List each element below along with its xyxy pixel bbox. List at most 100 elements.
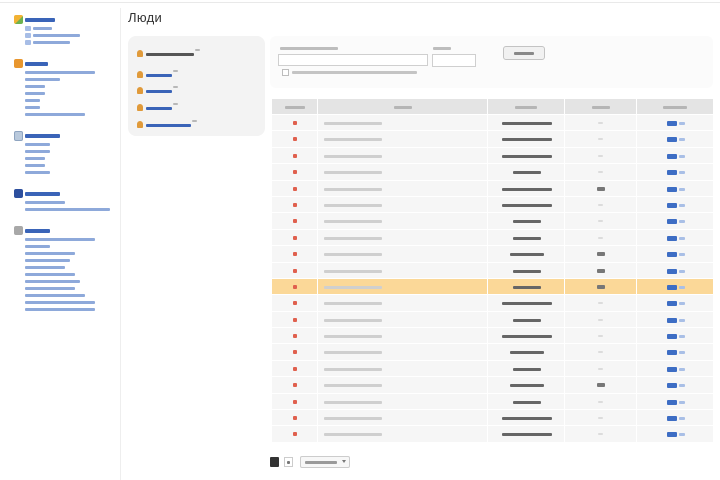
table-row[interactable] <box>272 426 713 443</box>
column-header[interactable] <box>488 99 565 115</box>
table-row[interactable] <box>272 147 713 165</box>
edit-icon[interactable] <box>667 268 677 274</box>
edit-icon[interactable] <box>667 202 677 208</box>
group-filter-item[interactable] <box>128 119 265 131</box>
delete-icon[interactable] <box>679 154 685 158</box>
sidebar-item[interactable] <box>8 162 118 169</box>
page-button[interactable] <box>284 457 293 467</box>
sidebar-item[interactable] <box>8 169 118 176</box>
search-option-checkbox[interactable] <box>282 69 289 76</box>
sidebar-item[interactable] <box>8 206 118 213</box>
delete-icon[interactable] <box>679 400 685 404</box>
status-icon[interactable] <box>293 317 297 322</box>
edit-icon[interactable] <box>667 301 677 307</box>
status-icon[interactable] <box>293 219 297 224</box>
delete-icon[interactable] <box>679 203 685 207</box>
delete-icon[interactable] <box>679 187 685 191</box>
table-row[interactable] <box>272 131 713 148</box>
status-icon[interactable] <box>293 383 297 388</box>
sidebar-item[interactable] <box>8 104 118 111</box>
group-filter-item[interactable] <box>128 85 265 97</box>
edit-icon[interactable] <box>667 186 677 192</box>
delete-icon[interactable] <box>679 433 685 437</box>
edit-icon[interactable] <box>667 235 677 241</box>
status-icon[interactable] <box>293 202 297 207</box>
edit-icon[interactable] <box>667 432 677 438</box>
delete-icon[interactable] <box>679 285 685 289</box>
status-icon[interactable] <box>293 399 297 404</box>
edit-icon[interactable] <box>667 153 677 159</box>
status-icon[interactable] <box>293 137 297 142</box>
table-row[interactable] <box>272 393 713 411</box>
table-row[interactable] <box>272 328 713 345</box>
edit-icon[interactable] <box>667 252 677 258</box>
edit-icon[interactable] <box>667 366 677 372</box>
edit-icon[interactable] <box>667 170 677 176</box>
status-icon[interactable] <box>293 235 297 240</box>
status-icon[interactable] <box>293 284 297 289</box>
table-row[interactable] <box>272 262 713 279</box>
per-page-select[interactable] <box>300 456 350 468</box>
sidebar-item[interactable] <box>8 306 118 313</box>
status-icon[interactable] <box>293 121 297 125</box>
status-icon[interactable] <box>293 153 297 158</box>
delete-icon[interactable] <box>679 417 685 421</box>
sidebar-group-header[interactable] <box>8 225 118 236</box>
status-icon[interactable] <box>293 432 297 437</box>
column-header[interactable] <box>565 99 637 115</box>
sidebar-item[interactable] <box>8 111 118 118</box>
status-icon[interactable] <box>293 252 297 257</box>
table-row[interactable] <box>272 360 713 378</box>
second-filter-input[interactable] <box>432 54 476 67</box>
delete-icon[interactable] <box>679 220 685 224</box>
column-header[interactable] <box>637 99 713 115</box>
page-indicator[interactable] <box>270 457 279 467</box>
sidebar-item[interactable] <box>8 264 118 271</box>
edit-icon[interactable] <box>667 219 677 225</box>
sidebar-item[interactable] <box>8 278 118 285</box>
table-row[interactable] <box>272 311 713 329</box>
table-row[interactable] <box>272 229 713 247</box>
sidebar-item[interactable] <box>8 39 118 46</box>
edit-icon[interactable] <box>667 416 677 422</box>
status-icon[interactable] <box>293 366 297 371</box>
sidebar-item[interactable] <box>8 285 118 292</box>
sidebar-item[interactable] <box>8 83 118 90</box>
delete-icon[interactable] <box>679 367 685 371</box>
status-icon[interactable] <box>293 334 297 339</box>
edit-icon[interactable] <box>667 317 677 323</box>
group-filter-item[interactable] <box>128 102 265 114</box>
edit-icon[interactable] <box>667 383 677 389</box>
sidebar-group-header[interactable] <box>8 14 118 25</box>
table-row[interactable] <box>272 115 713 132</box>
table-row[interactable] <box>272 377 713 394</box>
delete-icon[interactable] <box>679 122 685 125</box>
sidebar-item[interactable] <box>8 148 118 155</box>
sidebar-item[interactable] <box>8 32 118 39</box>
sidebar-group-header[interactable] <box>8 188 118 199</box>
table-row[interactable] <box>272 180 713 197</box>
status-icon[interactable] <box>293 186 297 191</box>
table-row[interactable] <box>272 295 713 312</box>
search-button[interactable] <box>503 46 545 60</box>
sidebar-item[interactable] <box>8 76 118 83</box>
status-icon[interactable] <box>293 170 297 175</box>
status-icon[interactable] <box>293 301 297 306</box>
sidebar-item[interactable] <box>8 69 118 76</box>
table-row[interactable] <box>272 410 713 427</box>
sidebar-item[interactable] <box>8 299 118 306</box>
sidebar-item[interactable] <box>8 25 118 32</box>
column-header[interactable] <box>272 99 318 115</box>
delete-icon[interactable] <box>679 335 685 339</box>
table-row[interactable] <box>272 213 713 230</box>
sidebar-item[interactable] <box>8 257 118 264</box>
sidebar-item[interactable] <box>8 199 118 206</box>
sidebar-item[interactable] <box>8 271 118 278</box>
group-filter-item[interactable] <box>128 69 265 81</box>
sidebar-item[interactable] <box>8 141 118 148</box>
edit-icon[interactable] <box>667 350 677 356</box>
table-row[interactable] <box>272 164 713 181</box>
sidebar-item[interactable] <box>8 236 118 243</box>
sidebar-item[interactable] <box>8 155 118 162</box>
edit-icon[interactable] <box>667 284 677 290</box>
